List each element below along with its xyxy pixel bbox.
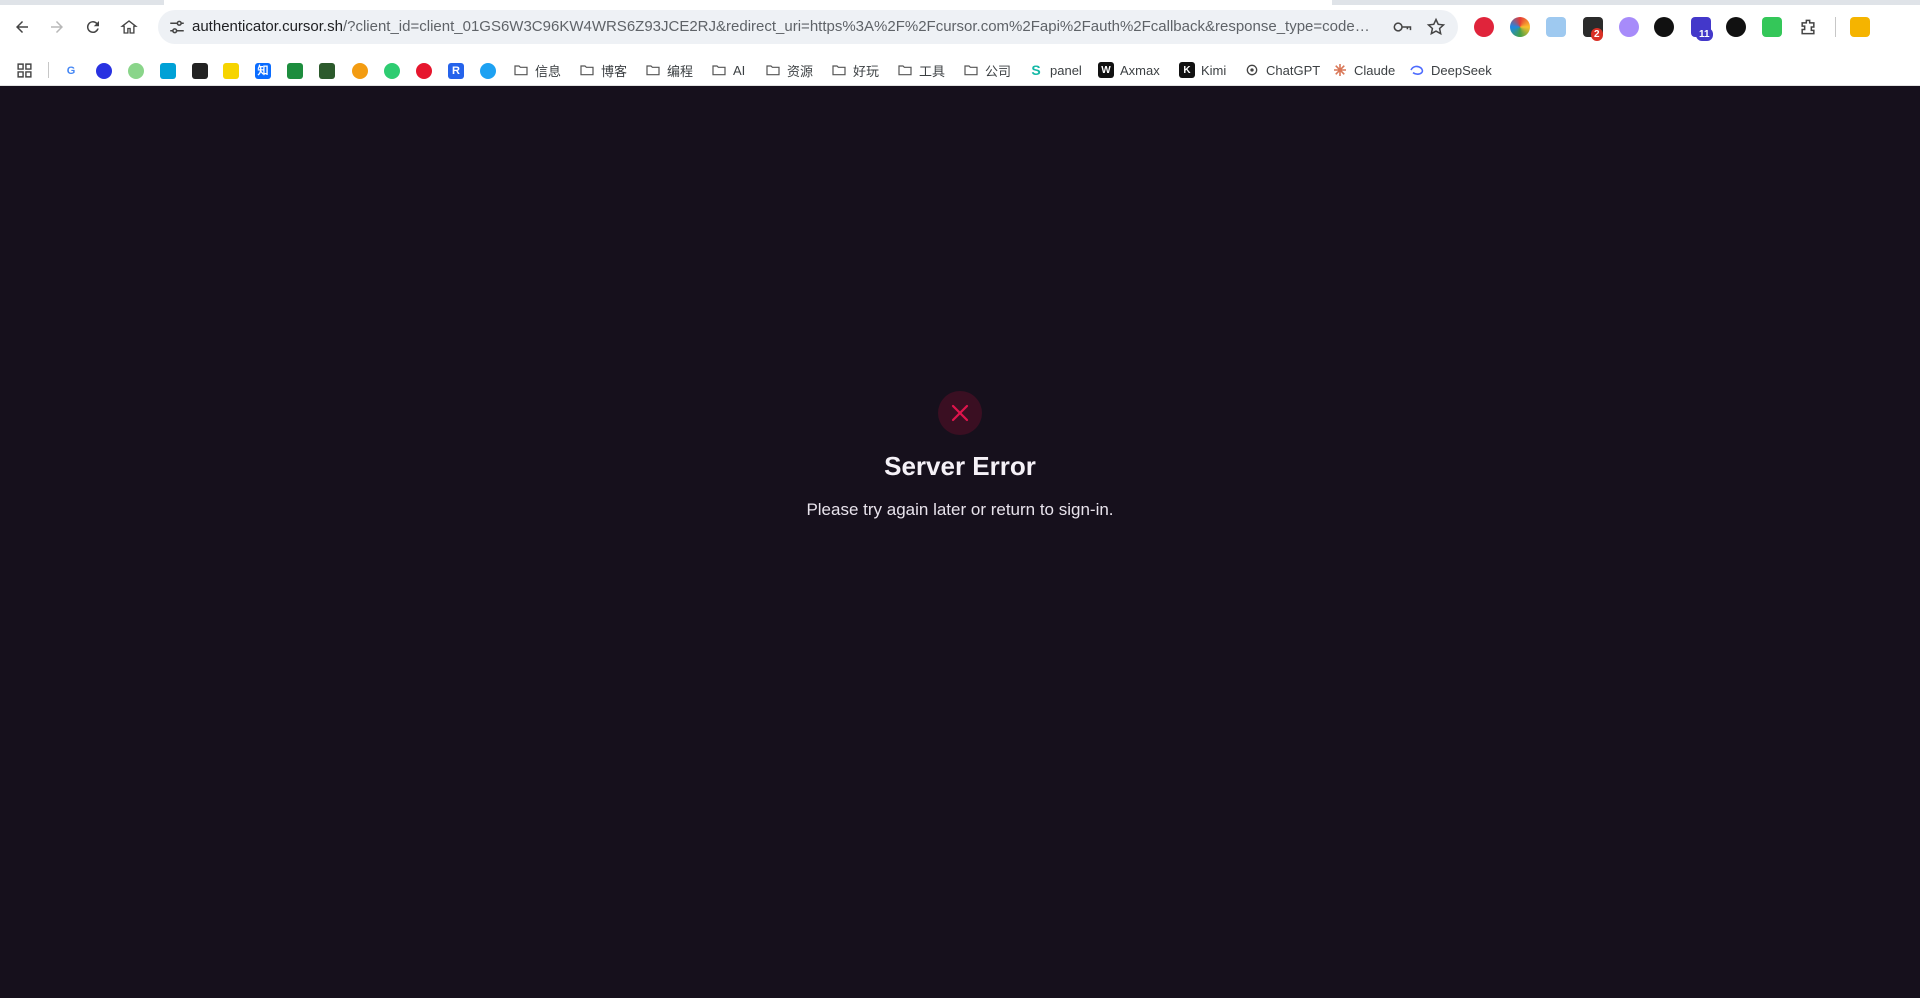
folder-icon <box>580 65 594 76</box>
folder-icon <box>898 65 912 76</box>
bookmark-label: panel <box>1050 62 1082 78</box>
bookmark-kimi[interactable]: K Kimi <box>1179 54 1226 86</box>
notification-badge: 2 <box>1591 28 1603 41</box>
panel-logo-icon: S <box>1028 62 1044 78</box>
bookmark-panel[interactable]: Spanel <box>1028 54 1082 86</box>
star-icon[interactable] <box>1426 17 1446 37</box>
bookmark-folder[interactable]: 公司 <box>963 54 1011 86</box>
dark-site-favicon[interactable] <box>192 63 208 79</box>
green-site-favicon[interactable] <box>128 63 144 79</box>
zhihu-favicon[interactable]: 知 <box>255 63 271 79</box>
flame-extension-icon[interactable] <box>1619 17 1639 37</box>
bookmark-label: AI <box>733 62 746 78</box>
bookmark-folder[interactable]: AI <box>711 54 745 86</box>
bookmark-label: 资源 <box>787 63 814 79</box>
page-viewport <box>0 86 1920 998</box>
bookmark-label: Kimi <box>1201 62 1227 78</box>
bookmark-folder[interactable]: 信息 <box>513 54 561 86</box>
bookmark-label: 编程 <box>667 63 694 79</box>
error-title: Server Error <box>884 451 1036 481</box>
blue-site-favicon[interactable] <box>480 63 496 79</box>
tab-strip <box>0 0 1920 5</box>
google-favicon[interactable]: G <box>63 63 79 79</box>
bookmark-label: Claude <box>1354 62 1396 78</box>
bookmark-folder[interactable]: 博客 <box>579 54 627 86</box>
bookmark-folder[interactable]: 编程 <box>645 54 693 86</box>
toolbar-divider <box>1835 17 1836 37</box>
weibo-favicon[interactable] <box>416 63 432 79</box>
bookmarks-divider <box>48 62 49 78</box>
bookmark-folder[interactable]: 资源 <box>765 54 813 86</box>
notification-badge: 11 <box>1696 28 1713 41</box>
bookmark-label: 博客 <box>601 63 628 79</box>
active-tab-edge[interactable] <box>164 0 1332 5</box>
claude-logo-icon <box>1334 64 1346 76</box>
profile-avatar[interactable] <box>1850 17 1870 37</box>
folder-icon <box>964 65 978 76</box>
error-message: Please try again later or return to sign… <box>806 500 1114 519</box>
site-settings-icon[interactable] <box>168 18 186 36</box>
browser-toolbar: authenticator.cursor.sh/?client_id=clien… <box>0 0 1920 54</box>
error-icon-badge <box>938 391 982 435</box>
bookmark-chatgpt[interactable]: ChatGPT <box>1244 54 1320 86</box>
folder-icon <box>766 65 780 76</box>
pixel-site-favicon[interactable] <box>319 63 335 79</box>
orange-site-favicon[interactable] <box>352 63 368 79</box>
r-site-favicon[interactable]: R <box>448 63 464 79</box>
home-icon <box>120 20 138 34</box>
bilibili-favicon[interactable] <box>160 63 176 79</box>
yellow-site-favicon[interactable] <box>223 63 239 79</box>
bookmark-label: Axmax <box>1120 62 1160 78</box>
bookmark-label: 公司 <box>985 63 1012 79</box>
bookmark-deepseek[interactable]: DeepSeek <box>1409 54 1492 86</box>
url-path: /?client_id=client_01GS6W3C96KW4WRS6Z93J… <box>342 18 1377 35</box>
folder-icon <box>712 65 726 76</box>
folder-icon <box>646 65 660 76</box>
douban-favicon[interactable] <box>287 63 303 79</box>
url-host: authenticator.cursor.sh <box>192 18 343 35</box>
bookmark-axmax[interactable]: W Axmax <box>1098 54 1160 86</box>
bookmark-label: 工具 <box>919 63 946 79</box>
bookmarks-bar: G 知 R 信息 博客 编程 AI 资源 好玩 工具 公司 Spanel W Ax… <box>0 54 1920 86</box>
bookmark-label: 好玩 <box>853 63 880 79</box>
terminal-extension-icon[interactable] <box>1654 17 1674 37</box>
adblock-extension-icon[interactable] <box>1474 17 1494 37</box>
chatgpt-logo-icon <box>1246 64 1258 76</box>
baidu-favicon[interactable] <box>96 63 112 79</box>
axmax-logo-icon: W <box>1098 62 1114 78</box>
folder-icon <box>832 65 846 76</box>
screenshot-extension-icon[interactable] <box>1546 17 1566 37</box>
forward-arrow-icon <box>51 21 63 33</box>
iqiyi-favicon[interactable] <box>384 63 400 79</box>
home-button[interactable] <box>114 12 144 42</box>
back-button[interactable] <box>7 12 37 42</box>
back-arrow-icon <box>16 21 28 33</box>
bookmark-claude[interactable]: Claude <box>1332 54 1395 86</box>
sheet-extension-icon[interactable] <box>1762 17 1782 37</box>
kimi-logo-icon: K <box>1179 62 1195 78</box>
reload-button[interactable] <box>78 12 108 42</box>
folder-icon <box>514 65 528 76</box>
error-panel: Server Error Please try again later or r… <box>0 391 1920 520</box>
bookmark-folder[interactable]: 工具 <box>897 54 945 86</box>
reload-icon <box>86 21 99 34</box>
bookmark-label: 信息 <box>535 63 562 79</box>
color-picker-extension-icon[interactable] <box>1510 17 1530 37</box>
close-x-icon <box>951 404 969 422</box>
apps-grid-icon[interactable] <box>16 62 33 79</box>
extensions-puzzle-icon[interactable] <box>1798 17 1818 37</box>
url-text[interactable]: authenticator.cursor.sh/?client_id=clien… <box>192 10 1377 44</box>
video-extension-icon[interactable] <box>1726 17 1746 37</box>
bookmark-label: DeepSeek <box>1431 62 1492 78</box>
bookmark-label: ChatGPT <box>1266 62 1321 78</box>
password-key-icon[interactable] <box>1392 18 1412 36</box>
forward-button[interactable] <box>42 12 72 42</box>
address-bar[interactable]: authenticator.cursor.sh/?client_id=clien… <box>158 10 1458 44</box>
bookmark-folder[interactable]: 好玩 <box>831 54 879 86</box>
deepseek-logo-icon <box>1410 65 1424 75</box>
